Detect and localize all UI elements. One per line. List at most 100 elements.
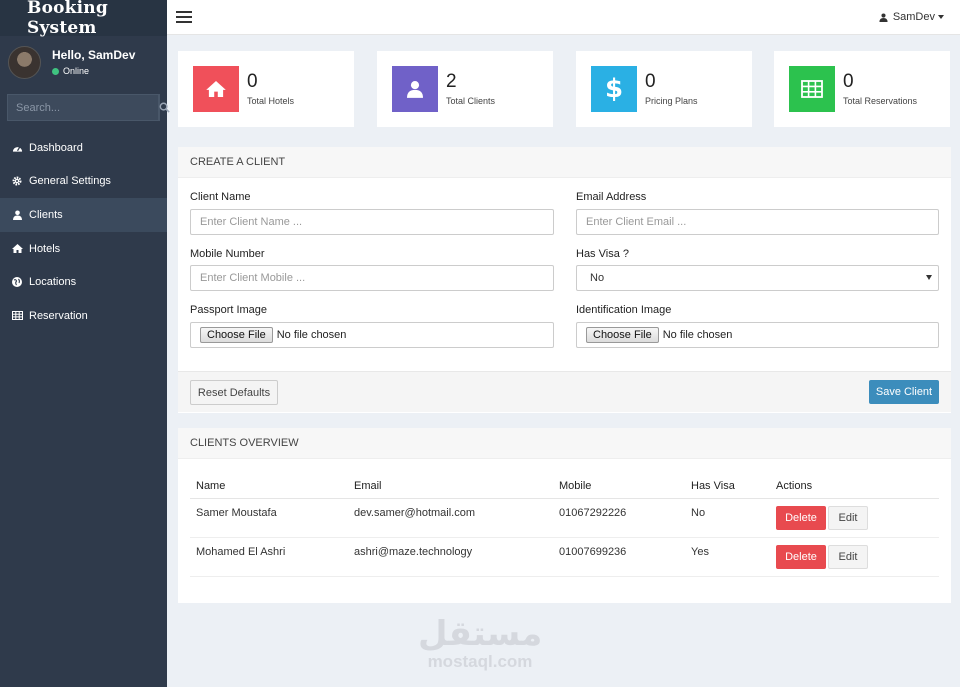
save-client-button[interactable]: Save Client [869,380,939,404]
stat-card-clients: 2 Total Clients [377,51,553,127]
create-client-panel: CREATE A CLIENT Client Name Enter Client… [178,147,951,413]
sidebar-item-general-settings[interactable]: General Settings [0,165,167,199]
identification-file-input: Choose File No file chosen [576,322,939,348]
sidebar-item-label: Locations [29,276,77,289]
cell-name: Mohamed El Ashri [190,537,348,577]
form-footer: Reset Defaults Save Client [178,371,951,412]
caret-down-icon [938,15,944,19]
table-row: Samer Moustafa dev.samer@hotmail.com 010… [190,498,939,538]
sidebar-item-hotels[interactable]: Hotels [0,232,167,266]
watermark: مستقل mostaql.com [418,615,542,671]
column-header: Mobile [553,474,685,499]
topbar: SamDev [167,0,960,35]
panel-title: CREATE A CLIENT [178,147,951,178]
passport-file-input: Choose File No file chosen [190,322,554,348]
sidebar-item-label: General Settings [29,175,111,188]
search-icon [159,102,170,113]
sidebar-search [7,94,170,121]
sidebar-item-dashboard[interactable]: Dashboard [0,131,167,165]
stat-icon-box [392,66,438,112]
user-icon [407,81,423,98]
sidebar-item-label: Reservation [29,309,88,322]
cell-mobile: 01007699236 [553,537,685,577]
mobile-label: Mobile Number [190,248,265,260]
stat-label: Total Clients [446,96,496,106]
stat-icon-box [789,66,835,112]
edit-button[interactable]: Edit [828,544,868,569]
home-icon [206,81,226,97]
status-text: Online [63,66,90,76]
cell-has-visa: Yes [685,537,770,577]
user-panel: Hello, SamDev Online [0,36,167,88]
email-input[interactable]: Enter Client Email ... [576,209,939,235]
watermark-arabic: مستقل [418,615,543,653]
identification-choose-file-button[interactable]: Choose File [586,327,659,343]
clients-table: Name Email Mobile Has Visa Actions Samer… [190,474,939,577]
has-visa-select[interactable]: No [576,265,939,291]
dropdown-arrow-icon [926,275,932,280]
client-name-input[interactable]: Enter Client Name ... [190,209,554,235]
mobile-input[interactable]: Enter Client Mobile ... [190,265,554,291]
identification-label: Identification Image [576,304,672,316]
stat-value: 0 [645,71,656,92]
globe-icon [11,276,23,288]
stat-value: 2 [446,71,457,92]
sidebar-item-label: Hotels [29,242,61,255]
delete-button[interactable]: Delete [776,544,826,569]
cell-email: dev.samer@hotmail.com [348,498,553,538]
edit-button[interactable]: Edit [828,505,868,530]
search-button[interactable] [158,95,170,120]
online-dot-icon [52,67,59,75]
sidebar-item-label: Clients [29,208,63,221]
home-icon [11,243,23,255]
email-label: Email Address [576,191,647,203]
sidebar-menu: Dashboard General Settings Clients Hotel… [0,131,167,333]
table-row: Mohamed El Ashri ashri@maze.technology 0… [190,537,939,577]
client-name-label: Client Name [190,191,251,203]
cell-actions: Delete Edit [770,537,939,577]
sidebar-item-reservation[interactable]: Reservation [0,299,167,333]
stat-label: Pricing Plans [645,96,698,106]
sidebar-item-clients[interactable]: Clients [0,198,167,232]
watermark-latin: mostaql.com [427,652,533,671]
passport-file-status: No file chosen [276,329,347,341]
sidebar: Booking System Hello, SamDev Online Dash… [0,0,170,687]
sidebar-item-label: Dashboard [29,141,83,154]
user-icon [879,12,888,22]
dashboard-icon [11,142,23,154]
user-menu[interactable]: SamDev [879,11,944,23]
column-header: Email [348,474,553,499]
identification-file-status: No file chosen [662,329,733,341]
table-icon [801,80,823,98]
table-header-row: Name Email Mobile Has Visa Actions [190,474,939,499]
cell-has-visa: No [685,498,770,538]
brand-logo[interactable]: Booking System [0,0,167,38]
menu-toggle-icon[interactable] [176,11,192,23]
user-menu-name: SamDev [892,11,935,23]
reset-defaults-button[interactable]: Reset Defaults [190,380,278,405]
stat-label: Total Hotels [247,96,295,106]
user-icon [11,209,23,221]
delete-button[interactable]: Delete [776,505,826,530]
stat-card-hotels: 0 Total Hotels [178,51,354,127]
stat-card-pricing: $ 0 Pricing Plans [576,51,752,127]
table-icon [11,310,23,322]
stat-value: 0 [843,71,854,92]
stat-card-reservations: 0 Total Reservations [774,51,950,127]
panel-title: CLIENTS OVERVIEW [178,428,951,459]
passport-choose-file-button[interactable]: Choose File [200,327,273,343]
passport-label: Passport Image [190,304,268,316]
gear-icon [11,175,23,187]
sidebar-item-locations[interactable]: Locations [0,265,167,299]
search-input[interactable] [8,95,158,120]
has-visa-label: Has Visa ? [576,248,629,260]
clients-overview-panel: CLIENTS OVERVIEW Name Email Mobile Has V… [178,428,951,603]
stat-label: Total Reservations [843,96,918,106]
column-header: Actions [770,474,939,499]
cell-actions: Delete Edit [770,498,939,538]
avatar [8,45,41,79]
user-status: Online [52,66,135,76]
column-header: Name [190,474,348,499]
stat-icon-box [193,66,239,112]
column-header: Has Visa [685,474,770,499]
